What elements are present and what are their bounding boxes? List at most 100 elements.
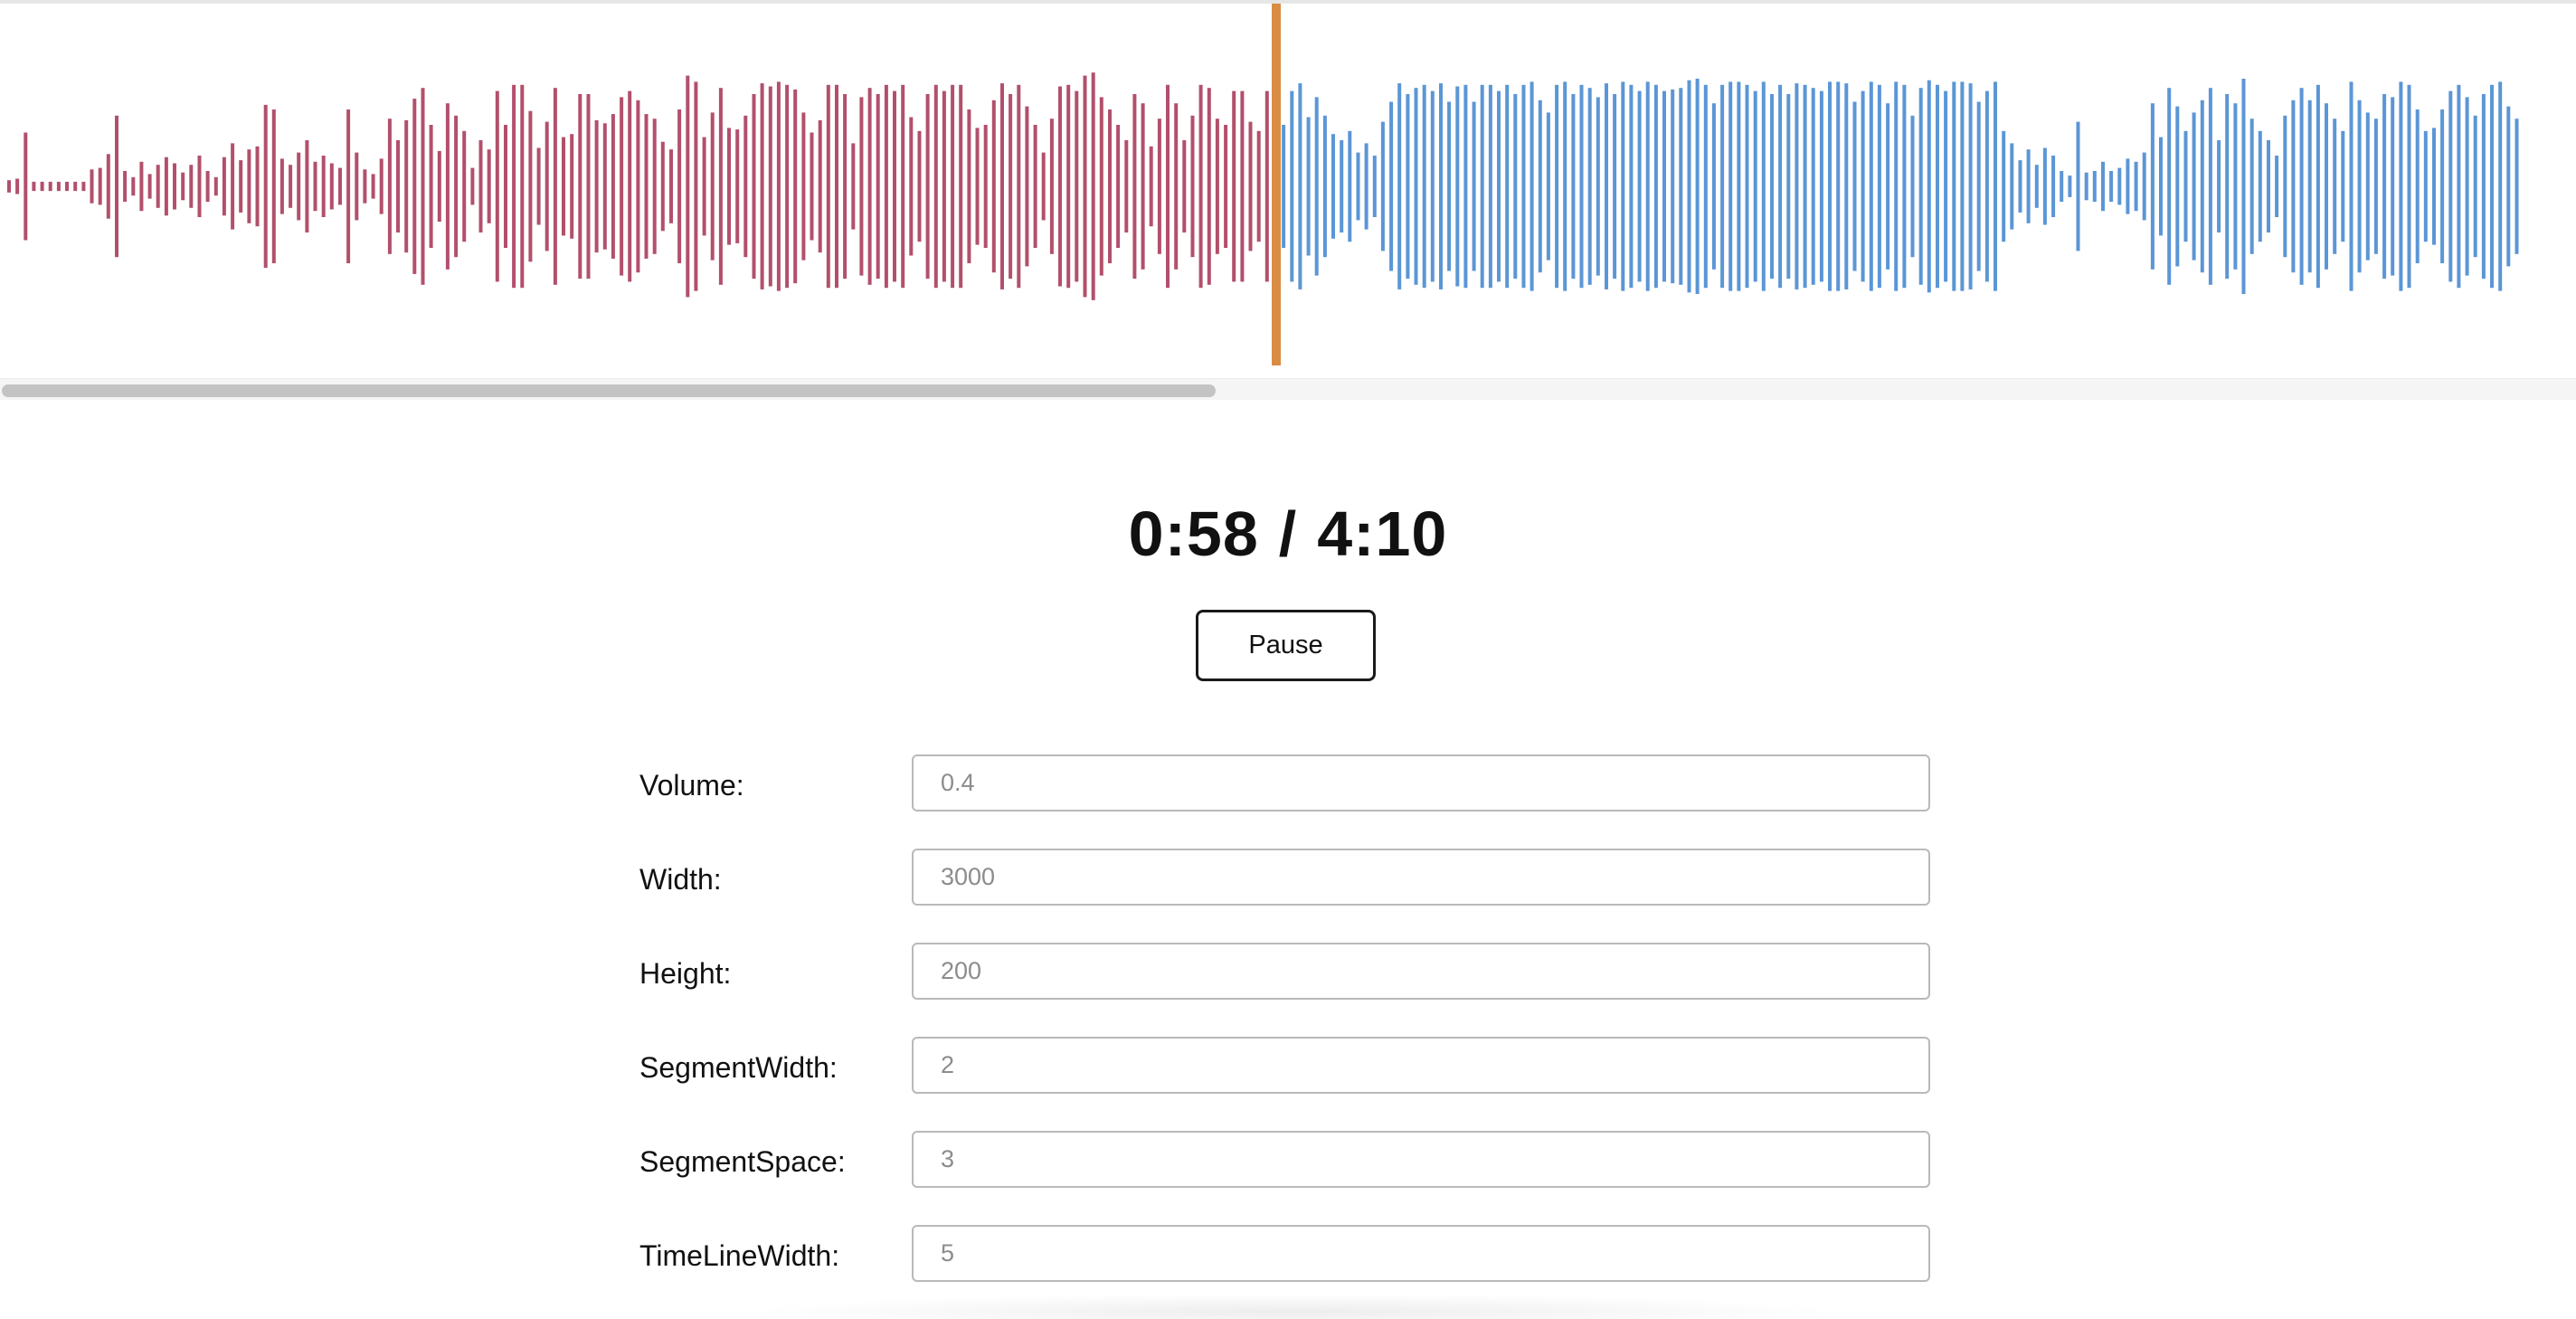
waveform-bar (263, 104, 268, 269)
waveform-bar (164, 157, 168, 216)
waveform-bar (1430, 90, 1435, 282)
waveform-bar (429, 125, 433, 248)
waveform-bar (991, 100, 996, 273)
waveform-bar (2382, 94, 2387, 279)
waveform-bar (2440, 109, 2445, 263)
waveform-bar (553, 88, 557, 285)
total-time: 4:10 (1317, 498, 1448, 569)
waveform-bar (1687, 80, 1691, 293)
waveform-bar (2373, 119, 2378, 254)
waveform-canvas[interactable] (0, 4, 2576, 375)
waveform-bar (1340, 140, 1344, 232)
waveform-bar (2175, 106, 2180, 267)
waveform-bar (545, 121, 549, 251)
waveform-bar (2192, 112, 2196, 261)
waveform-bar (2208, 88, 2212, 285)
height-label: Height: (639, 957, 732, 990)
waveform-bar (2490, 84, 2494, 289)
waveform-bar (222, 157, 226, 216)
waveform-bar (867, 88, 872, 285)
waveform-bar (1298, 83, 1302, 289)
waveform-bar (504, 125, 507, 248)
waveform-bar (1653, 84, 1658, 289)
playhead-timeline[interactable] (1272, 4, 1281, 365)
waveform-bar (1679, 88, 1683, 285)
waveform-bar (297, 152, 301, 221)
waveform-bar (1422, 84, 1426, 289)
waveform-bar (644, 114, 649, 259)
waveform-bar (1414, 88, 1418, 285)
waveform-bar (1331, 134, 1335, 239)
waveform-bar (2506, 106, 2511, 267)
waveform-bar (147, 174, 152, 199)
waveform-bar (2101, 161, 2105, 212)
waveform-bar (735, 129, 740, 243)
pause-button[interactable]: Pause (1196, 610, 1376, 681)
waveform-bar (1877, 84, 1881, 289)
width-input[interactable] (912, 849, 1930, 906)
segment-space-label: SegmentSpace: (639, 1145, 846, 1178)
waveform-bar (1149, 146, 1153, 227)
waveform-bar (181, 172, 185, 201)
waveform-bar (512, 84, 516, 289)
height-input[interactable] (912, 943, 1930, 1000)
waveform-bar (1819, 90, 1823, 282)
segment-width-input[interactable] (912, 1037, 1930, 1094)
waveform-bar (106, 154, 110, 219)
waveform-bar (2225, 94, 2230, 279)
waveform-bar (1290, 90, 1294, 282)
waveform-bar (528, 110, 533, 262)
waveform-bar (1256, 130, 1261, 242)
waveform-bar (818, 119, 822, 253)
current-time: 0:58 (1128, 498, 1259, 569)
waveform-bar (2514, 119, 2519, 254)
waveform-bar (702, 137, 706, 236)
waveform-bar (1124, 140, 1129, 232)
waveform-bar (1091, 72, 1095, 300)
waveform-bar (859, 97, 864, 276)
waveform-bar (131, 176, 136, 196)
waveform-bar (1944, 90, 1948, 282)
waveform-bar (1613, 94, 1617, 279)
waveform-bar (1637, 90, 1642, 282)
waveform-bar (536, 147, 541, 225)
waveform-bar (1629, 84, 1634, 289)
waveform-bar (90, 169, 94, 204)
waveform-bar (570, 134, 574, 239)
waveform-bar (933, 84, 938, 289)
volume-input[interactable] (912, 754, 1930, 811)
segment-width-row: SegmentWidth: (639, 1037, 1933, 1131)
waveform-bar (1380, 121, 1385, 251)
volume-row: Volume: (639, 754, 1933, 849)
waveform-bar (2283, 115, 2287, 258)
waveform-bar (2481, 94, 2486, 279)
waveform-bar (32, 181, 36, 192)
waveform-bar (2316, 84, 2320, 289)
scrollbar-thumb[interactable] (2, 384, 1216, 397)
waveform-bar (2051, 156, 2056, 217)
waveform-bar (1066, 84, 1071, 289)
time-separator: / (1278, 498, 1298, 569)
width-row: Width: (639, 849, 1933, 943)
waveform-bar (1009, 94, 1013, 279)
waveform-bar (1099, 97, 1103, 276)
waveform-bar (1968, 83, 1973, 289)
waveform-bar (1472, 101, 1476, 271)
waveform-container[interactable] (0, 4, 2576, 400)
segment-space-input[interactable] (912, 1131, 1930, 1188)
waveform-bar (826, 84, 830, 289)
waveform-bar (1049, 119, 1054, 254)
waveform-bar (1555, 84, 1559, 289)
waveform-bar (2109, 171, 2114, 202)
timeline-width-input[interactable] (912, 1225, 1930, 1282)
waveform-bar (1166, 84, 1170, 289)
horizontal-scrollbar[interactable] (0, 378, 2576, 400)
waveform-bar (2391, 97, 2395, 276)
waveform-bar (611, 114, 615, 259)
waveform-bar (785, 84, 790, 289)
waveform-bar (1910, 115, 1915, 258)
waveform-bar (1058, 86, 1062, 287)
waveform-bar (313, 161, 317, 212)
waveform-bar (2200, 100, 2204, 273)
waveform-bar (2325, 103, 2328, 270)
